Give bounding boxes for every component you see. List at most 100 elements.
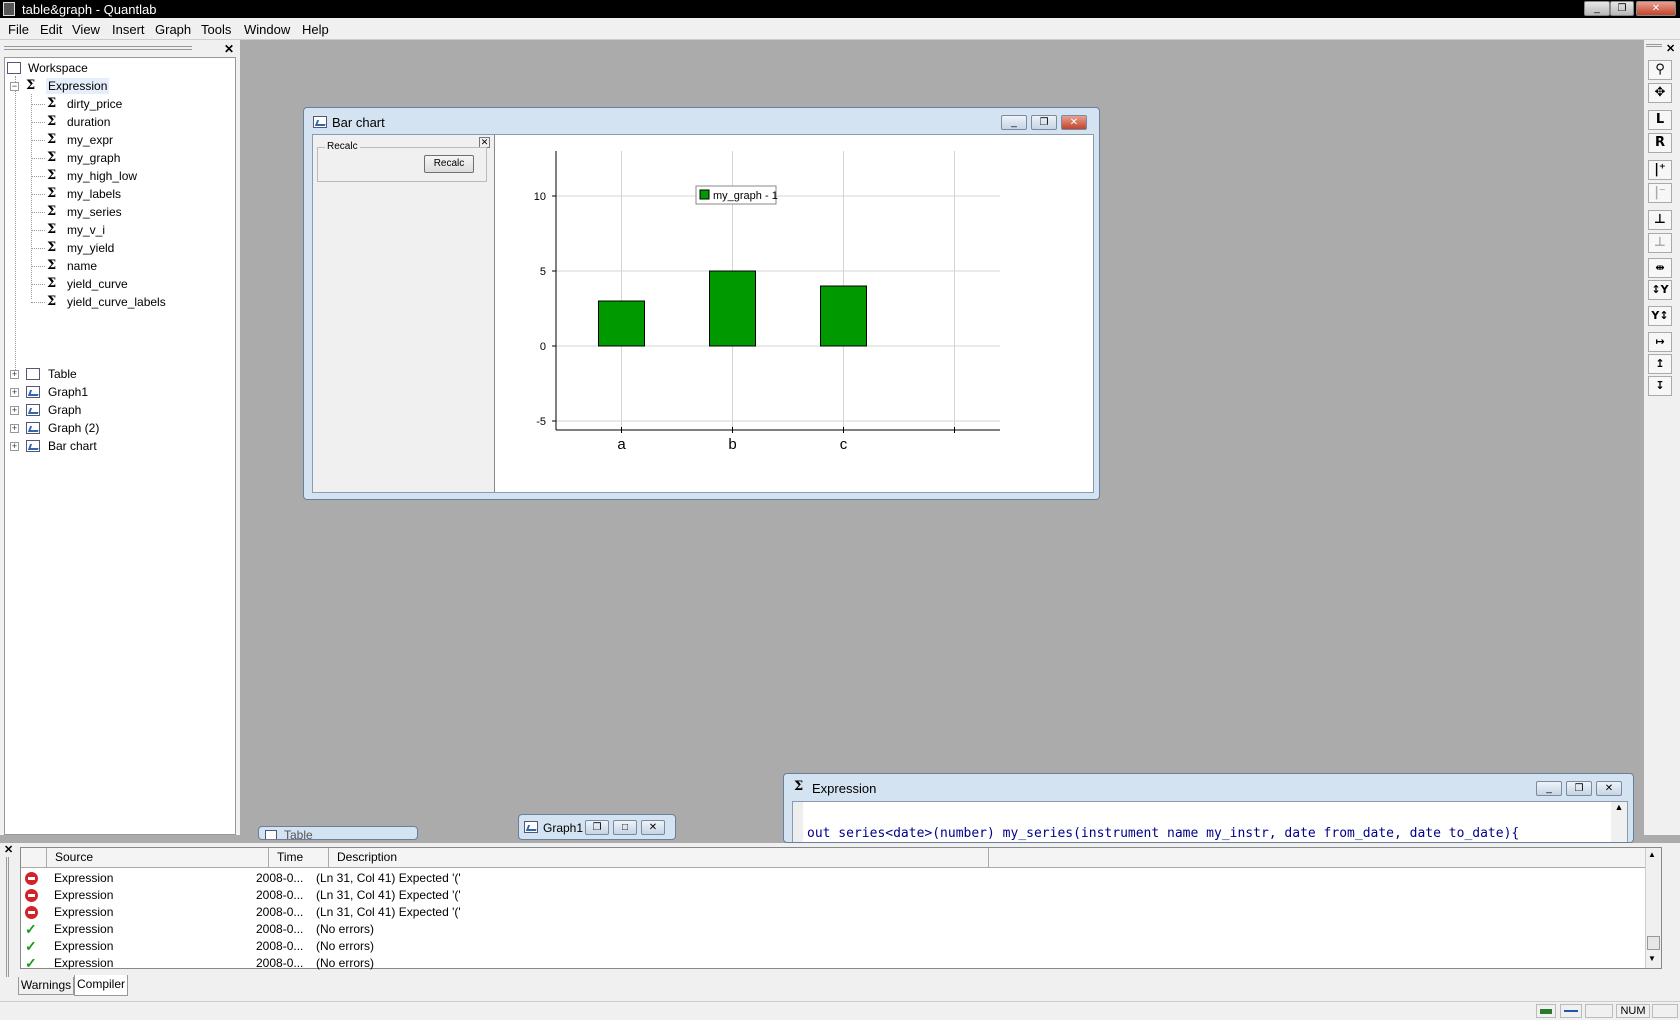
sigma-icon: Σ bbox=[47, 132, 57, 147]
minimize-button[interactable]: _ bbox=[1584, 1, 1610, 16]
scale-x-icon[interactable]: ⇹ bbox=[1648, 258, 1672, 278]
menu-bar: File Edit View Insert Graph Tools Window… bbox=[0, 18, 1680, 40]
tree-expression-item[interactable]: Σmy_series bbox=[31, 204, 211, 220]
app-icon bbox=[3, 2, 15, 16]
magnifier-icon[interactable]: ⚲ bbox=[1648, 60, 1672, 80]
legend-label: my_graph - 1 bbox=[713, 190, 778, 202]
axis-r-button[interactable]: R bbox=[1648, 133, 1672, 153]
axis-bottom-dim-icon[interactable]: ⊥ bbox=[1648, 233, 1672, 253]
expr-close-button[interactable]: ✕ bbox=[1596, 781, 1622, 796]
tab-compiler[interactable]: Compiler bbox=[74, 975, 128, 996]
expand-icon[interactable]: + bbox=[10, 442, 19, 451]
expr-scrollbar[interactable]: ▲ bbox=[1611, 802, 1627, 842]
tree-expression-item[interactable]: Σdirty_price bbox=[31, 96, 211, 112]
graph1-restore-button[interactable]: ❐ bbox=[585, 820, 609, 835]
table-minimized-window[interactable]: Table bbox=[258, 826, 418, 840]
tree-bar-chart[interactable]: + Bar chart bbox=[10, 438, 130, 454]
expand-icon[interactable]: + bbox=[10, 388, 19, 397]
tree-expression-item[interactable]: Σmy_expr bbox=[31, 132, 211, 148]
scale-y-icon[interactable]: ↕Y bbox=[1648, 280, 1672, 300]
row-time: 2008-0... bbox=[256, 939, 304, 953]
tree-expression-item[interactable]: Σname bbox=[31, 258, 211, 274]
sigma-icon: Σ bbox=[47, 96, 57, 111]
y-range-icon[interactable]: ↥ bbox=[1648, 354, 1672, 374]
y-range2-icon[interactable]: ↧ bbox=[1648, 376, 1672, 396]
tree-expression-item[interactable]: Σmy_yield bbox=[31, 240, 211, 256]
bar-chart-plot: -5 0 5 10 a b c my_graph - 1 bbox=[534, 151, 1000, 453]
output-panel-grip[interactable] bbox=[6, 857, 9, 977]
row-description: (No errors) bbox=[316, 939, 375, 953]
expand-icon[interactable]: + bbox=[10, 424, 19, 433]
output-panel-close-icon[interactable]: ✕ bbox=[4, 843, 13, 856]
tree-expression-item[interactable]: Σmy_labels bbox=[31, 186, 211, 202]
recalc-group-label: Recalc bbox=[325, 141, 360, 152]
menu-file[interactable]: File bbox=[8, 22, 29, 37]
menu-help[interactable]: Help bbox=[302, 22, 329, 37]
collapse-icon[interactable]: − bbox=[10, 82, 19, 91]
tree-expression-item[interactable]: Σduration bbox=[31, 114, 211, 130]
expr-restore-button[interactable]: ❐ bbox=[1566, 781, 1592, 796]
column-header-time[interactable]: Time bbox=[269, 848, 329, 868]
expr-minimize-button[interactable]: _ bbox=[1536, 781, 1562, 796]
menu-graph[interactable]: Graph bbox=[155, 22, 191, 37]
close-button[interactable]: ✕ bbox=[1636, 1, 1676, 16]
scroll-up-icon[interactable]: ▲ bbox=[1648, 850, 1656, 859]
restore-button[interactable]: ❐ bbox=[1610, 1, 1634, 16]
checkmark-icon: ✓ bbox=[25, 938, 37, 954]
tree-graph-2[interactable]: + Graph (2) bbox=[10, 420, 130, 436]
recalc-button[interactable]: Recalc bbox=[424, 155, 474, 173]
error-list-scrollbar[interactable]: ▲ ▼ bbox=[1645, 848, 1661, 968]
expand-icon[interactable]: + bbox=[10, 406, 19, 415]
error-icon bbox=[25, 872, 38, 885]
row-source: Expression bbox=[54, 905, 114, 919]
y-move-icon[interactable]: Y↕ bbox=[1648, 306, 1672, 326]
menu-edit[interactable]: Edit bbox=[40, 22, 62, 37]
mdi-close-button[interactable]: ✕ bbox=[1061, 115, 1087, 130]
tree-expression-folder[interactable]: − Σ Expression bbox=[10, 78, 130, 94]
panel-grip[interactable] bbox=[4, 46, 192, 50]
x-range-icon[interactable]: ↦ bbox=[1648, 332, 1672, 352]
axis-bottom-icon[interactable]: ⊥ bbox=[1648, 210, 1672, 230]
scroll-down-icon[interactable]: ▼ bbox=[1648, 954, 1656, 963]
column-header-source[interactable]: Source bbox=[47, 848, 269, 868]
tree-graph1[interactable]: + Graph1 bbox=[10, 384, 130, 400]
menu-insert[interactable]: Insert bbox=[112, 22, 145, 37]
tree-expression-item[interactable]: Σmy_high_low bbox=[31, 168, 211, 184]
table-row[interactable]: ✓ Expression 2008-0... (No errors) bbox=[21, 955, 1641, 972]
expression-editor[interactable]: out series<date>(number) my_series(instr… bbox=[792, 801, 1628, 842]
graph1-maximize-button[interactable]: □ bbox=[613, 820, 637, 835]
table-row[interactable]: Expression 2008-0... (Ln 31, Col 41) Expec… bbox=[21, 870, 1641, 887]
table-row[interactable]: Expression 2008-0... (Ln 31, Col 41) Expec… bbox=[21, 904, 1641, 921]
menu-view[interactable]: View bbox=[72, 22, 100, 37]
table-row[interactable]: ✓ Expression 2008-0... (No errors) bbox=[21, 921, 1641, 938]
recalc-panel: ✕ Recalc Recalc bbox=[313, 135, 495, 492]
row-source: Expression bbox=[54, 888, 114, 902]
status-icon-1 bbox=[1536, 1004, 1556, 1018]
tree-graph[interactable]: + Graph bbox=[10, 402, 130, 418]
mdi-restore-button[interactable]: ❐ bbox=[1031, 115, 1057, 130]
menu-tools[interactable]: Tools bbox=[201, 22, 231, 37]
panel-close-icon[interactable]: ✕ bbox=[224, 42, 234, 56]
row-description: (Ln 31, Col 41) Expected '(' bbox=[316, 905, 461, 919]
column-header-description[interactable]: Description bbox=[329, 848, 989, 868]
tab-warnings[interactable]: Warnings bbox=[18, 977, 74, 995]
axis-l-button[interactable]: L bbox=[1648, 110, 1672, 130]
scroll-thumb[interactable] bbox=[1647, 936, 1660, 950]
tree-expression-item[interactable]: Σmy_graph bbox=[31, 150, 211, 166]
tree-expression-item[interactable]: Σmy_v_i bbox=[31, 222, 211, 238]
move-icon[interactable]: ✥ bbox=[1648, 83, 1672, 103]
graph1-minimized-window[interactable]: Graph1 ❐ □ ✕ bbox=[518, 814, 676, 840]
axis-left-icon[interactable]: |⁺ bbox=[1648, 160, 1672, 180]
table-icon bbox=[26, 368, 40, 380]
axis-left-dim-icon[interactable]: |⁻ bbox=[1648, 183, 1672, 203]
table-row[interactable]: ✓ Expression 2008-0... (No errors) bbox=[21, 938, 1641, 955]
toolbar-close-icon[interactable]: ✕ bbox=[1666, 42, 1675, 55]
tree-table[interactable]: + Table bbox=[10, 366, 130, 382]
expand-icon[interactable]: + bbox=[10, 370, 19, 379]
table-row[interactable]: Expression 2008-0... (Ln 31, Col 41) Expec… bbox=[21, 887, 1641, 904]
tree-expression-item[interactable]: Σyield_curve bbox=[31, 276, 211, 292]
mdi-minimize-button[interactable]: _ bbox=[1001, 115, 1027, 130]
tree-expression-item[interactable]: Σyield_curve_labels bbox=[31, 294, 211, 310]
menu-window[interactable]: Window bbox=[244, 22, 290, 37]
graph1-close-button[interactable]: ✕ bbox=[641, 820, 665, 835]
